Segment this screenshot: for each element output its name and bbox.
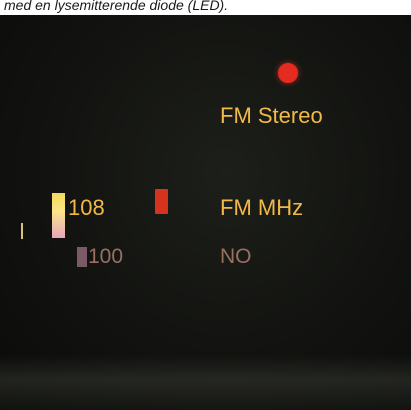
scale-marker xyxy=(21,223,23,239)
fm-stereo-label: FM Stereo xyxy=(220,103,323,128)
signal-level-bar xyxy=(52,193,65,238)
panel-glare xyxy=(0,355,411,410)
stereo-indicator-led xyxy=(278,63,298,83)
fm-mhz-label: FM MHz xyxy=(220,195,304,220)
frequency-100-label: 100 xyxy=(88,245,124,268)
frequency-108-label: 108 xyxy=(68,195,105,220)
tuning-indicator-led xyxy=(155,189,168,214)
secondary-level-bar xyxy=(77,247,87,267)
tuner-display-panel: FM Stereo 108 FM MHz 100 NO xyxy=(0,15,411,410)
no-label: NO xyxy=(220,245,252,268)
caption-text: med en lysemitterende diode (LED). xyxy=(4,0,229,13)
